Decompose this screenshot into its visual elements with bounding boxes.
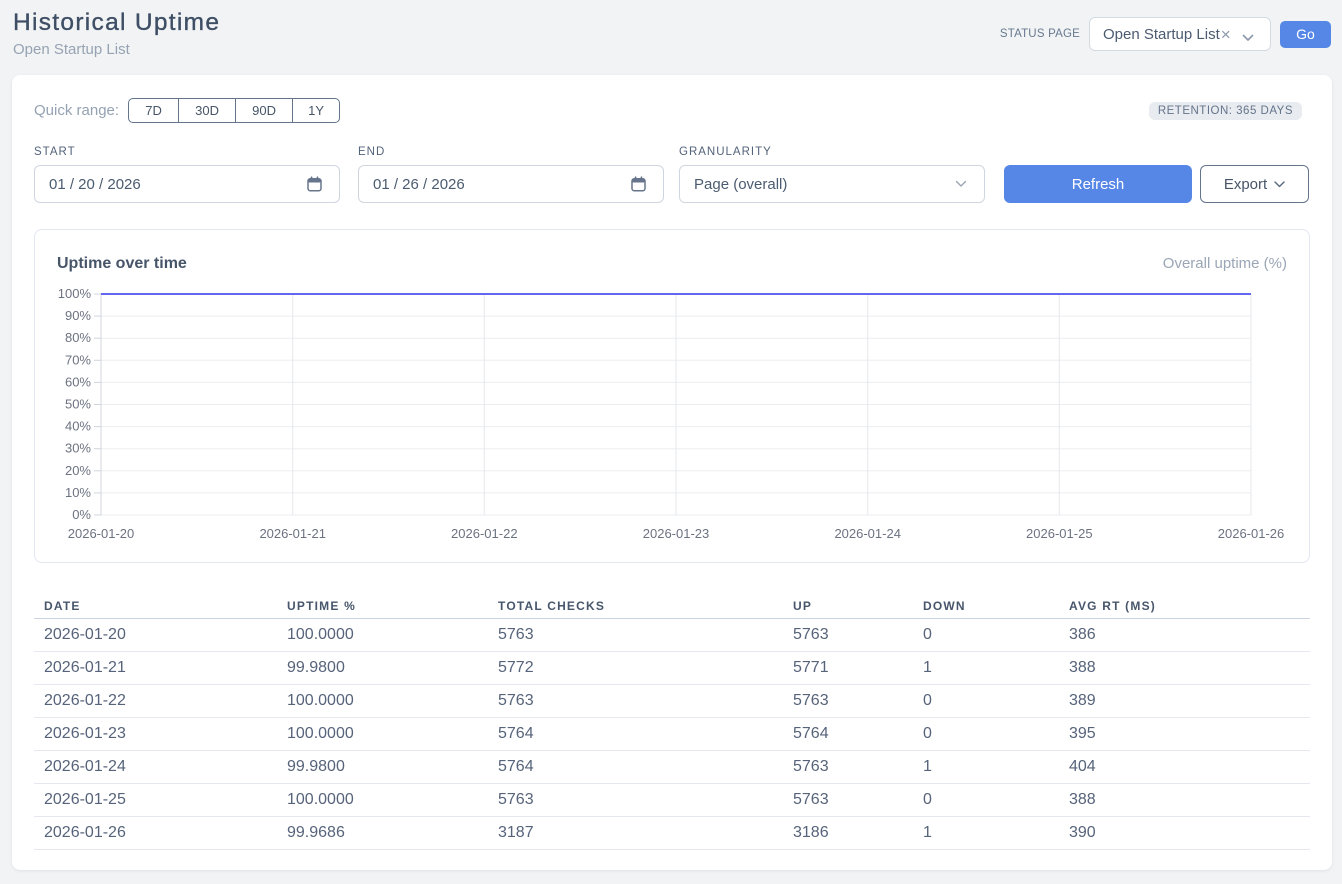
svg-text:60%: 60%: [65, 374, 91, 389]
svg-text:90%: 90%: [65, 308, 91, 323]
svg-text:2026-01-23: 2026-01-23: [643, 526, 710, 541]
svg-text:2026-01-22: 2026-01-22: [451, 526, 518, 541]
svg-text:2026-01-26: 2026-01-26: [1218, 526, 1285, 541]
svg-text:80%: 80%: [65, 330, 91, 345]
svg-text:70%: 70%: [65, 352, 91, 367]
svg-text:0%: 0%: [72, 507, 91, 522]
svg-text:10%: 10%: [65, 485, 91, 500]
svg-text:2026-01-21: 2026-01-21: [259, 526, 326, 541]
svg-text:40%: 40%: [65, 419, 91, 434]
svg-text:2026-01-24: 2026-01-24: [834, 526, 901, 541]
svg-text:50%: 50%: [65, 397, 91, 412]
svg-text:20%: 20%: [65, 463, 91, 478]
svg-text:100%: 100%: [58, 286, 92, 301]
svg-text:2026-01-20: 2026-01-20: [68, 526, 135, 541]
svg-text:2026-01-25: 2026-01-25: [1026, 526, 1093, 541]
svg-text:30%: 30%: [65, 441, 91, 456]
